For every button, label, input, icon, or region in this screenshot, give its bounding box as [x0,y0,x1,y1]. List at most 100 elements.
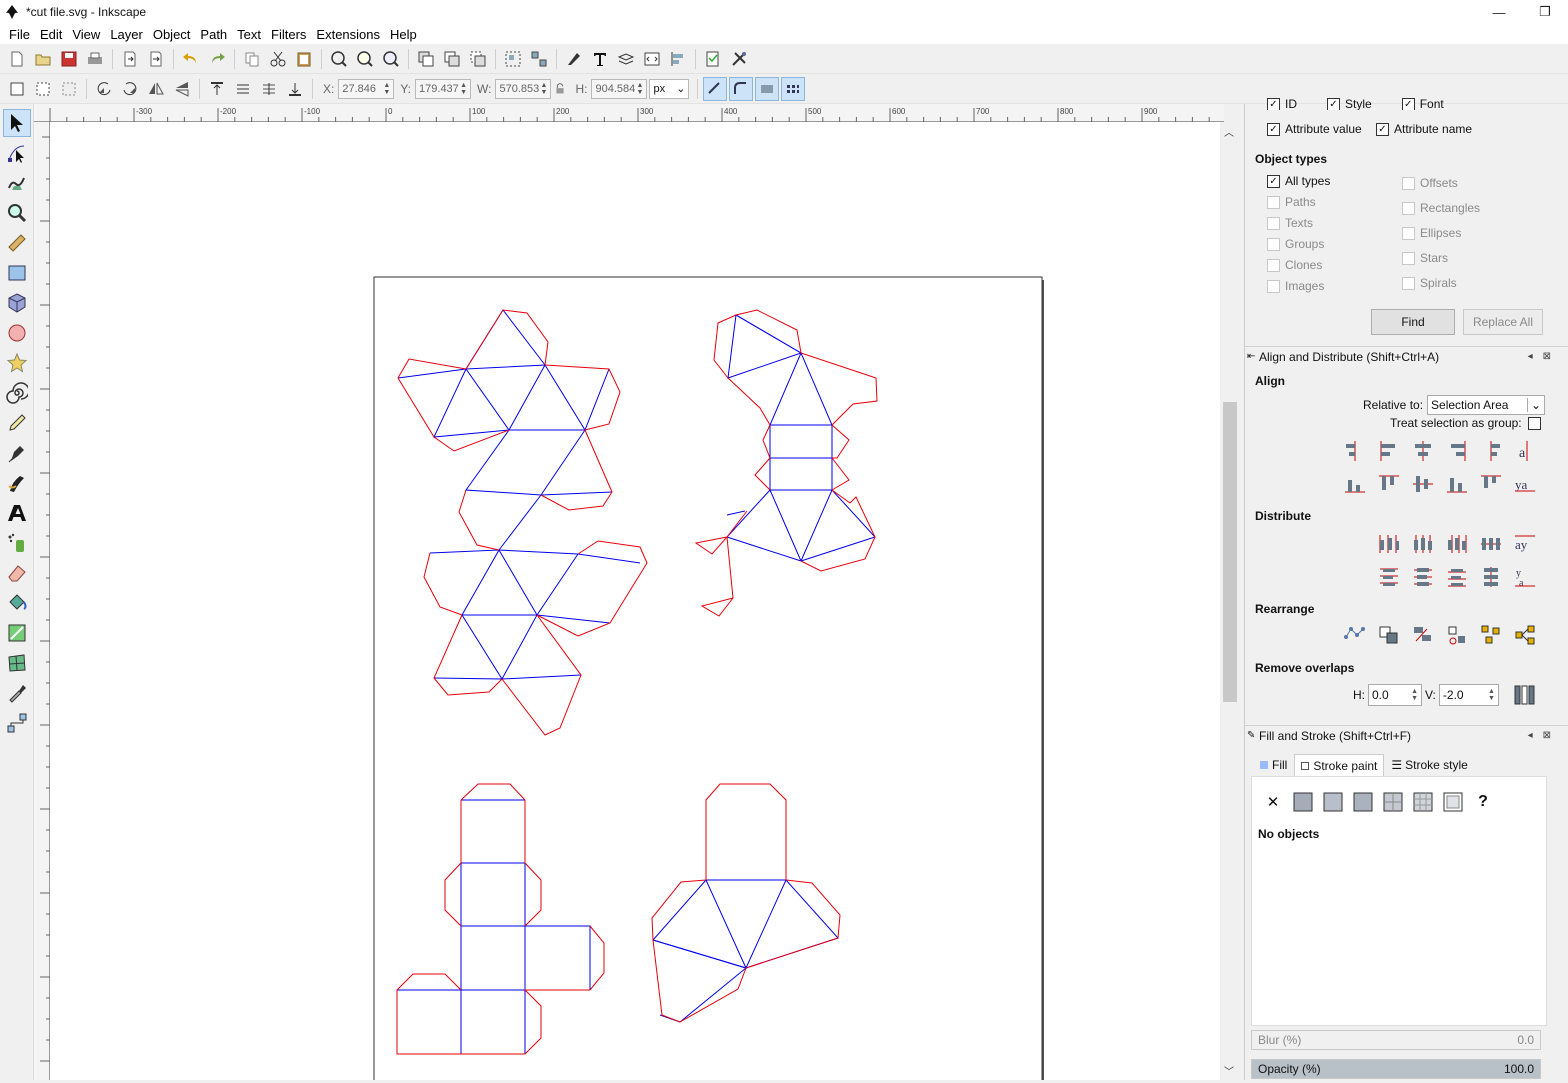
menu-layer[interactable]: Layer [105,27,148,42]
exchange-z-order-icon[interactable] [1410,622,1436,648]
cut-icon[interactable] [266,47,290,71]
tab-stroke-paint[interactable]: Stroke paint [1294,754,1385,776]
tweak-tool-icon[interactable] [3,169,31,197]
align-bottom-icon[interactable] [1444,471,1470,497]
distribute-centers-vertical-icon[interactable] [1410,564,1436,590]
relative-to-select[interactable]: Selection Area ⌄ [1427,395,1546,415]
pencil-tool-icon[interactable] [3,409,31,437]
print-icon[interactable] [83,47,107,71]
swatch-icon[interactable] [1442,791,1464,813]
new-document-icon[interactable] [5,47,29,71]
rotate-cw-icon[interactable] [118,77,142,101]
calligraphy-tool-icon[interactable] [3,469,31,497]
rectangle-tool-icon[interactable] [3,259,31,287]
remove-overlaps-rearrange-icon[interactable] [1512,622,1538,648]
unset-paint-icon[interactable]: ? [1472,791,1494,813]
restore-button[interactable]: ❐ [1522,0,1568,24]
close-icon[interactable]: ⊠ [1543,730,1551,741]
lower-icon[interactable] [257,77,281,101]
attribute-value-option[interactable]: ✓ Attribute value [1267,122,1362,136]
undo-icon[interactable] [179,47,203,71]
distribute-centers-horizontal-icon[interactable] [1410,531,1436,557]
no-paint-icon[interactable]: ✕ [1262,791,1284,813]
menu-view[interactable]: View [67,27,105,42]
ungroup-icon[interactable] [527,47,551,71]
menu-text[interactable]: Text [232,27,266,42]
overlaps-v-input[interactable]: -2.0 ▲ ▼ [1438,684,1499,706]
paste-icon[interactable] [292,47,316,71]
distribute-gaps-horizontal-icon[interactable] [1478,531,1504,557]
canvas-drawing[interactable] [50,122,1220,1080]
spiral-tool-icon[interactable] [3,379,31,407]
opacity-slider[interactable]: Opacity (%) 100.0 [1251,1059,1541,1079]
node-tool-icon[interactable] [3,139,31,167]
tab-fill[interactable]: Fill [1253,754,1294,776]
mesh-gradient-icon[interactable] [1382,791,1404,813]
flat-color-icon[interactable] [1292,791,1314,813]
treat-as-group-checkbox[interactable] [1527,416,1541,430]
find-button[interactable]: Find [1371,309,1455,335]
align-top-to-bottom-icon[interactable] [1478,471,1504,497]
vertical-scrollbar[interactable]: ︿ ﹀ [1220,122,1242,1080]
zoom-page-icon[interactable] [379,47,403,71]
drawing-canvas[interactable] [50,122,1220,1080]
star-tool-icon[interactable] [3,349,31,377]
scroll-down-icon[interactable]: ﹀ [1224,1063,1234,1078]
menu-path[interactable]: Path [195,27,232,42]
distribute-left-edges-icon[interactable] [1376,531,1402,557]
lock-proportions-icon[interactable] [552,77,568,101]
import-icon[interactable] [118,47,142,71]
randomize-positions-icon[interactable] [1478,622,1504,648]
align-center-vertical-axis-icon[interactable] [1410,438,1436,464]
scrollbar-thumb[interactable] [1223,402,1237,702]
menu-extensions[interactable]: Extensions [311,27,385,42]
selector-tool-icon[interactable] [2,109,31,137]
distribute-baselines-vertical-icon[interactable]: ya [1512,564,1538,590]
xml-editor-icon[interactable] [640,47,664,71]
blur-slider[interactable]: Blur (%) 0.0 [1251,1030,1541,1050]
flip-horizontal-icon[interactable] [144,77,168,101]
scale-radii-icon[interactable] [729,76,754,101]
attribute-name-option[interactable]: ✓ Attribute name [1376,122,1472,136]
menu-file[interactable]: File [4,27,35,42]
menu-filters[interactable]: Filters [266,27,311,42]
menu-object[interactable]: Object [148,27,196,42]
duplicate-icon[interactable] [414,47,438,71]
all-types-option[interactable]: ✓ All types [1267,174,1330,188]
select-all-layers-icon[interactable] [31,77,55,101]
gradient-tool-icon[interactable] [3,619,31,647]
group-icon[interactable] [501,47,525,71]
text-font-icon[interactable] [588,47,612,71]
style-checkbox[interactable]: ✓ [1327,98,1340,110]
distribute-baselines-horizontal-icon[interactable]: ay [1512,531,1538,557]
replace-all-button[interactable]: Replace All [1463,309,1543,335]
unlink-clone-icon[interactable] [466,47,490,71]
menu-edit[interactable]: Edit [35,27,67,42]
preferences-icon[interactable] [727,47,751,71]
w-input[interactable]: 570.853 ▲ ▼ [495,78,552,99]
collapse-icon[interactable]: ◂ [1528,351,1533,362]
h-input[interactable]: 904.584 ▲ ▼ [591,78,648,99]
exchange-positions-icon[interactable] [1376,622,1402,648]
attribute-name-checkbox[interactable]: ✓ [1376,122,1389,136]
h-spinner-icon[interactable]: ▲ ▼ [637,82,644,96]
align-left-to-right-icon[interactable] [1478,438,1504,464]
pattern-icon[interactable] [1412,791,1434,813]
linear-gradient-icon[interactable] [1322,791,1344,813]
x-spinner-icon[interactable]: ▲ ▼ [383,82,390,96]
eraser-tool-icon[interactable] [3,559,31,587]
y-spinner-icon[interactable]: ▲ ▼ [460,82,467,96]
distribute-top-edges-icon[interactable] [1376,564,1402,590]
x-input[interactable]: 27.846 ▲ ▼ [338,78,395,99]
zoom-drawing-icon[interactable] [353,47,377,71]
w-spinner-icon[interactable]: ▲ ▼ [541,82,548,96]
collapse-icon[interactable]: ◂ [1528,730,1533,741]
select-all-icon[interactable] [5,77,29,101]
unit-select[interactable]: px ⌄ [649,78,690,99]
minimize-button[interactable]: — [1476,0,1522,24]
align-right-icon[interactable] [1444,438,1470,464]
open-icon[interactable] [31,47,55,71]
align-center-horizontal-axis-icon[interactable] [1410,471,1436,497]
tab-stroke-style[interactable]: ☰ Stroke style [1384,754,1474,776]
redo-icon[interactable] [205,47,229,71]
